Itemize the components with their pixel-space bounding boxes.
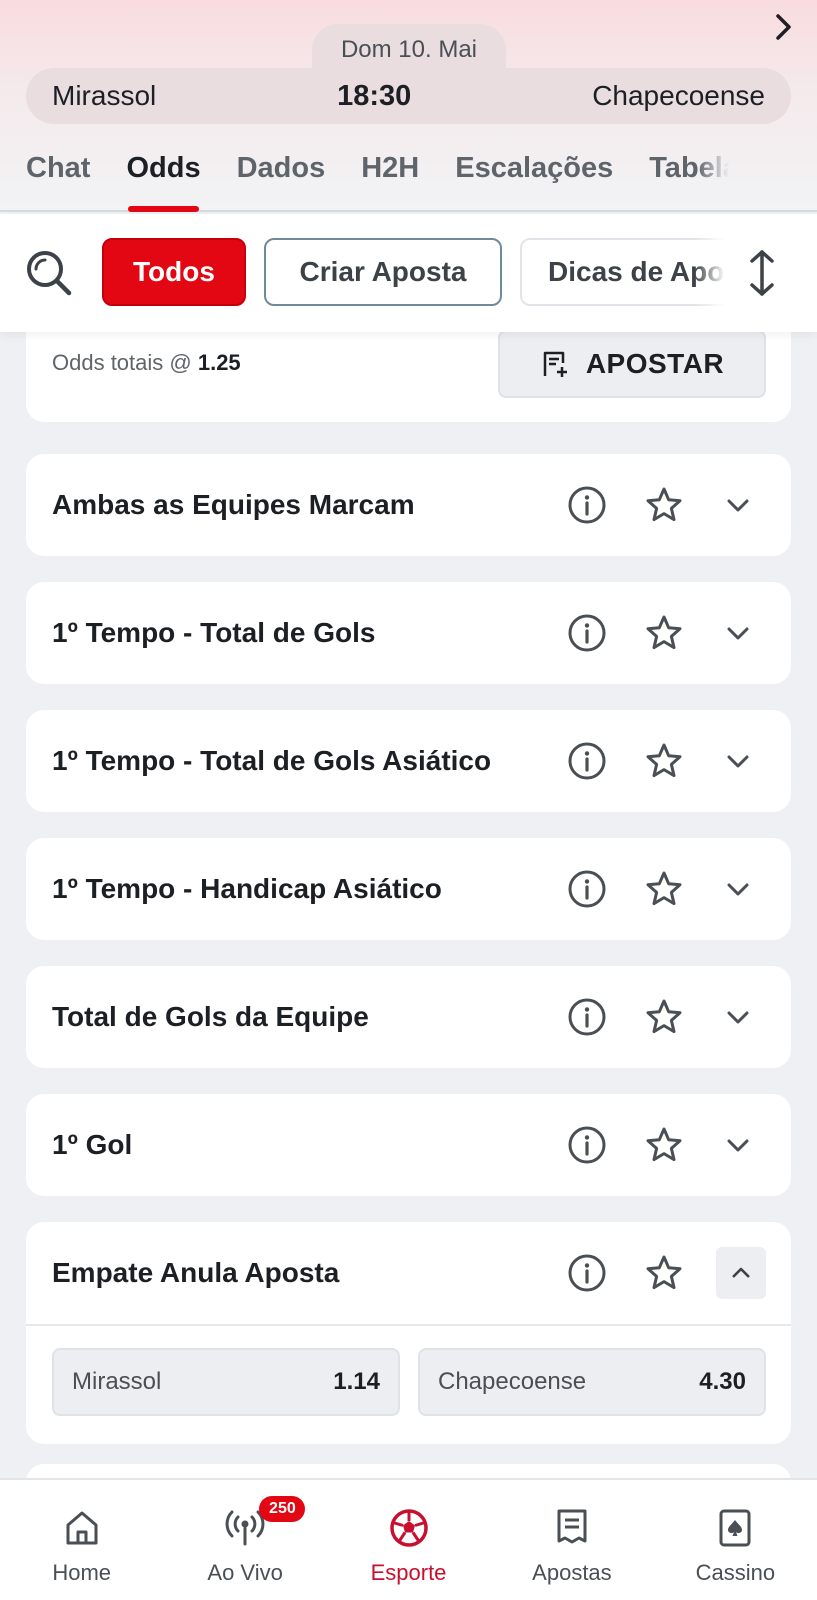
market-card[interactable]: 1º Tempo - Total de Gols (26, 582, 791, 684)
match-tabs: Chat Odds Dados H2H Escalações Tabela (26, 140, 817, 212)
chevron-down-icon[interactable] (718, 1125, 758, 1165)
star-icon[interactable] (644, 485, 684, 525)
nav-ao-vivo-label: Ao Vivo (207, 1560, 283, 1585)
market-title: 1º Tempo - Total de Gols (52, 617, 376, 648)
market-title: Total de Gols da Equipe (52, 1001, 369, 1032)
apostar-label: APOSTAR (585, 348, 725, 379)
expand-collapse-icon[interactable] (746, 248, 778, 298)
nav-esporte[interactable]: Esporte (327, 1480, 490, 1600)
cards-icon (719, 1509, 751, 1547)
market-title: Ambas as Equipes Marcam (52, 489, 415, 520)
total-odds-label: Odds totais @ (52, 350, 198, 375)
score-bar: Mirassol 18:30 Chapecoense (26, 68, 791, 124)
filter-dicas-button[interactable]: Dicas de Apostas (520, 238, 725, 306)
market-title: Empate Anula Aposta (52, 1257, 340, 1288)
info-icon[interactable] (567, 485, 607, 525)
info-icon[interactable] (567, 1253, 607, 1293)
market-card[interactable]: Empate Anula Aposta Mirassol 1.14 Chapecoen… (26, 1222, 791, 1444)
divider (26, 1324, 791, 1326)
info-icon[interactable] (567, 1125, 607, 1165)
tab-odds[interactable]: Odds (126, 140, 201, 212)
chevron-up-icon[interactable] (716, 1247, 766, 1299)
filter-todos-button[interactable]: Todos (102, 238, 246, 306)
outcome-odd: 4.30 (699, 1368, 746, 1395)
filter-bar: Todos Criar Aposta Dicas de Apostas (0, 214, 817, 332)
market-title: 1º Tempo - Total de Gols Asiático (52, 745, 492, 776)
info-icon[interactable] (567, 741, 607, 781)
match-header: Dom 10. Mai Mirassol 18:30 Chapecoense C… (0, 0, 817, 212)
nav-esporte-label: Esporte (370, 1560, 447, 1585)
market-card[interactable]: 1º Gol (26, 1094, 791, 1196)
chevron-right-icon[interactable] (773, 10, 795, 53)
nav-cassino[interactable]: Cassino (654, 1480, 817, 1600)
market-card[interactable]: Total de Gols da Equipe (26, 966, 791, 1068)
live-count-badge: 250 (259, 1496, 306, 1522)
match-time: 18:30 (337, 79, 412, 112)
bet-slip-icon (557, 1509, 587, 1544)
total-odds-value: 1.25 (197, 350, 241, 375)
tab-dados[interactable]: Dados (237, 140, 326, 212)
star-icon[interactable] (644, 741, 684, 781)
nav-ao-vivo[interactable]: 250 Ao Vivo (163, 1480, 326, 1600)
star-icon[interactable] (644, 1125, 684, 1165)
chevron-down-icon[interactable] (718, 741, 758, 781)
home-icon (66, 1511, 98, 1545)
nav-cassino-label: Cassino (695, 1560, 776, 1585)
nav-apostas[interactable]: Apostas (490, 1480, 653, 1600)
chevron-down-icon[interactable] (718, 869, 758, 909)
chevron-down-icon[interactable] (718, 613, 758, 653)
tab-escalacoes[interactable]: Escalações (455, 140, 613, 212)
bottom-navigation: Home 250 Ao Vivo Esporte Apostas Cassino (0, 1478, 817, 1600)
star-icon[interactable] (644, 613, 684, 653)
nav-home-label: Home (52, 1560, 112, 1585)
info-icon[interactable] (567, 869, 607, 909)
nav-apostas-label: Apostas (532, 1560, 612, 1585)
home-team: Mirassol (52, 80, 157, 111)
odd-button[interactable]: Chapecoense 4.30 (418, 1348, 766, 1416)
market-card[interactable]: 1º Tempo - Total de Gols Asiático (26, 710, 791, 812)
outcome-odd: 1.14 (333, 1368, 380, 1395)
market-title: 1º Tempo - Handicap Asiático (52, 873, 442, 904)
apostar-button[interactable]: APOSTAR (498, 330, 766, 398)
info-icon[interactable] (567, 997, 607, 1037)
tab-tabela[interactable]: Tabela (649, 140, 729, 212)
add-to-slip-icon (543, 351, 567, 377)
info-icon[interactable] (567, 613, 607, 653)
outcome-name: Chapecoense (438, 1368, 587, 1395)
market-card[interactable]: 1º Tempo - Handicap Asiático (26, 838, 791, 940)
total-odds: Odds totais @ 1.25 (52, 350, 241, 376)
market-title: 1º Gol (52, 1129, 133, 1160)
chevron-down-icon[interactable] (718, 485, 758, 525)
chevron-down-icon[interactable] (718, 997, 758, 1037)
star-icon[interactable] (644, 869, 684, 909)
nav-home[interactable]: Home (0, 1480, 163, 1600)
outcome-name: Mirassol (72, 1368, 162, 1395)
soccer-ball-icon (389, 1509, 428, 1547)
filter-criar-aposta-button[interactable]: Criar Aposta (264, 238, 502, 306)
star-icon[interactable] (644, 997, 684, 1037)
away-team: Chapecoense (592, 80, 765, 111)
tab-chat[interactable]: Chat (26, 140, 90, 212)
star-icon[interactable] (644, 1253, 684, 1293)
search-icon[interactable] (24, 248, 74, 298)
odd-button[interactable]: Mirassol 1.14 (52, 1348, 400, 1416)
tab-h2h[interactable]: H2H (361, 140, 419, 212)
market-card[interactable]: Ambas as Equipes Marcam (26, 454, 791, 556)
